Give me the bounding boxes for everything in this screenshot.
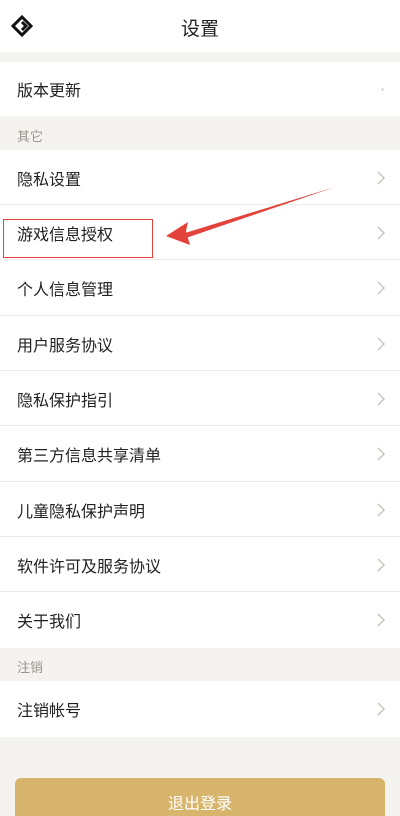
- spacer: [0, 52, 400, 62]
- settings-screen: 设置 版本更新 其它 隐私设置 游戏信息授权 个人信息管理 用户服务协议 隐私保…: [0, 0, 400, 816]
- section-label-other: 其它: [17, 130, 44, 145]
- row-label: 儿童隐私保护声明: [17, 501, 146, 521]
- row-label: 隐私设置: [17, 169, 82, 189]
- chevron-right-icon: [377, 336, 386, 351]
- row-label: 游戏信息授权: [17, 224, 114, 244]
- row-child-privacy[interactable]: 儿童隐私保护声明: [0, 482, 400, 537]
- status-dot: [381, 88, 384, 91]
- row-label: 第三方信息共享清单: [17, 446, 162, 465]
- row-label: 个人信息管理: [17, 280, 114, 299]
- row-game-info-auth[interactable]: 游戏信息授权: [0, 205, 400, 260]
- chevron-right-icon: [377, 613, 386, 627]
- row-label: 注销帐号: [17, 701, 82, 720]
- chevron-right-icon: [377, 170, 386, 185]
- header-bar: 设置: [0, 0, 400, 52]
- row-cancel-account[interactable]: 注销帐号: [0, 681, 400, 737]
- row-third-party-list[interactable]: 第三方信息共享清单: [0, 426, 400, 482]
- chevron-right-icon: [377, 225, 386, 240]
- row-label: 软件许可及服务协议: [17, 556, 162, 576]
- back-logo-icon: [11, 15, 33, 37]
- row-version-update[interactable]: 版本更新: [0, 62, 400, 116]
- row-label: 用户服务协议: [17, 335, 114, 355]
- page-title: 设置: [180, 18, 219, 40]
- row-label: 关于我们: [17, 612, 82, 631]
- chevron-right-icon: [377, 557, 386, 572]
- section-label-cancel: 注销: [17, 661, 44, 676]
- row-user-agreement[interactable]: 用户服务协议: [0, 316, 400, 371]
- row-privacy-settings[interactable]: 隐私设置: [0, 150, 400, 205]
- chevron-right-icon: [377, 391, 386, 406]
- row-privacy-guide[interactable]: 隐私保护指引: [0, 371, 400, 426]
- logout-button[interactable]: 退出登录: [15, 778, 385, 816]
- chevron-right-icon: [377, 702, 386, 716]
- chevron-right-icon: [377, 447, 386, 461]
- row-label: 隐私保护指引: [17, 390, 114, 410]
- row-about-us[interactable]: 关于我们: [0, 592, 400, 648]
- row-label: 版本更新: [17, 81, 82, 100]
- row-software-license[interactable]: 软件许可及服务协议: [0, 537, 400, 592]
- chevron-right-icon: [377, 281, 386, 295]
- chevron-right-icon: [377, 502, 386, 517]
- back-button[interactable]: [8, 12, 36, 40]
- row-personal-info[interactable]: 个人信息管理: [0, 260, 400, 316]
